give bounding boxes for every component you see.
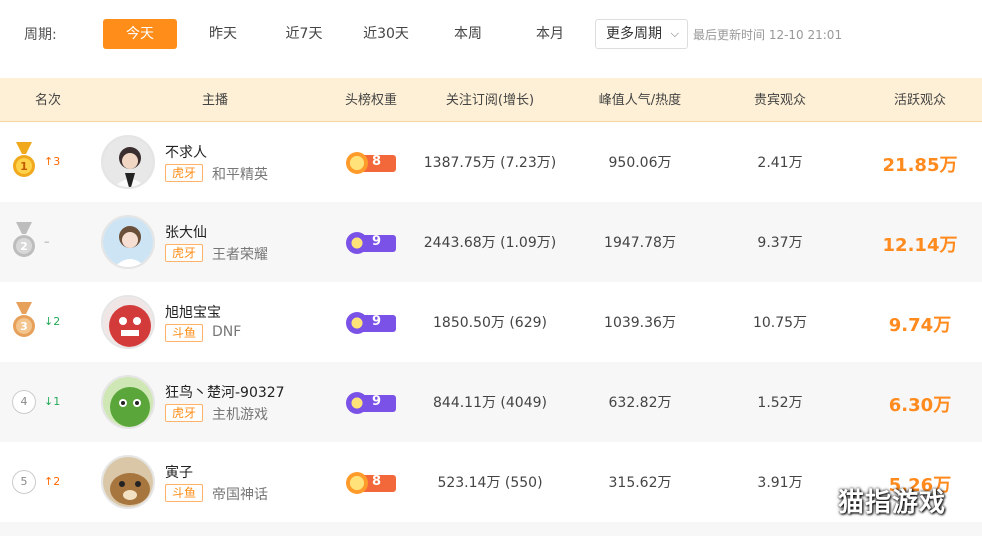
avatar[interactable] bbox=[101, 215, 155, 269]
streamer-name[interactable]: 张大仙 bbox=[165, 222, 207, 242]
active-value: 6.30万 bbox=[888, 395, 952, 416]
active-value: 12.14万 bbox=[882, 235, 958, 256]
header-active: 活跃观众 bbox=[893, 93, 946, 108]
game-category[interactable]: DNF bbox=[212, 324, 241, 340]
sun-icon bbox=[346, 472, 368, 494]
avatar[interactable] bbox=[101, 455, 155, 509]
weight-value: 9 bbox=[372, 394, 382, 409]
follow-value: 2443.68万 (1.09万) bbox=[423, 235, 557, 251]
platform-badge: 虎牙 bbox=[165, 404, 204, 422]
avatar[interactable] bbox=[101, 295, 155, 349]
table-row[interactable] bbox=[0, 522, 982, 536]
platform-badge: 虎牙 bbox=[165, 164, 204, 182]
weight-badge: 8 bbox=[346, 152, 398, 174]
bronze-medal-icon: 3 bbox=[13, 302, 35, 337]
follow-value: 1387.75万 (7.23万) bbox=[423, 155, 557, 171]
weight-badge: 9 bbox=[346, 232, 398, 254]
header-peak: 峰值人气/热度 bbox=[598, 93, 682, 108]
peak-value: 315.62万 bbox=[608, 475, 672, 491]
more-period-label: 更多周期 bbox=[606, 26, 662, 42]
period-label: 周期: bbox=[24, 27, 57, 43]
period-yesterday-button[interactable]: 昨天 bbox=[186, 19, 260, 49]
streamer-name[interactable]: 旭旭宝宝 bbox=[165, 302, 221, 322]
header-follow: 关注订阅(增长) bbox=[445, 93, 535, 108]
header-rank: 名次 bbox=[34, 93, 61, 108]
platform-badge: 斗鱼 bbox=[165, 324, 204, 342]
peak-value: 632.82万 bbox=[608, 395, 672, 411]
header-weight: 头榜权重 bbox=[344, 93, 397, 108]
silver-medal-icon: 2 bbox=[13, 222, 35, 257]
rank-number: 2 bbox=[20, 240, 28, 253]
table-row[interactable]: 3 ↓2 旭旭宝宝 斗鱼 DNF 9 1850.50万 (629) 1039.3… bbox=[0, 282, 982, 362]
game-category[interactable]: 王者荣耀 bbox=[212, 244, 268, 264]
weight-badge: 9 bbox=[346, 392, 398, 414]
crown-icon bbox=[346, 312, 368, 334]
platform-badge: 虎牙 bbox=[165, 244, 204, 262]
vip-value: 2.41万 bbox=[757, 155, 803, 171]
vip-value: 1.52万 bbox=[757, 395, 803, 411]
sun-icon bbox=[346, 152, 368, 174]
vip-value: 10.75万 bbox=[752, 315, 808, 331]
header-streamer: 主播 bbox=[201, 93, 228, 108]
table-header: 名次 主播 头榜权重 关注订阅(增长) 峰值人气/热度 贵宾观众 活跃观众 bbox=[0, 76, 982, 122]
follow-value: 844.11万 (4049) bbox=[433, 395, 547, 411]
weight-value: 8 bbox=[372, 154, 382, 169]
peak-value: 950.06万 bbox=[608, 155, 672, 171]
follow-value: 523.14万 (550) bbox=[437, 475, 543, 491]
trend-up: ↑3 bbox=[44, 155, 61, 168]
vip-value: 3.91万 bbox=[757, 475, 803, 491]
weight-value: 9 bbox=[372, 314, 382, 329]
trend-none: – bbox=[44, 235, 50, 248]
period-this-week-button[interactable]: 本周 bbox=[431, 19, 505, 49]
platform-badge: 斗鱼 bbox=[165, 484, 204, 502]
peak-value: 1947.78万 bbox=[604, 235, 676, 251]
trend-down: ↓1 bbox=[44, 395, 61, 408]
period-30days-button[interactable]: 近30天 bbox=[349, 19, 423, 49]
active-value: 9.74万 bbox=[888, 315, 952, 336]
table-row[interactable]: 2 – 张大仙 虎牙 王者荣耀 9 2443.68万 (1.09万) 1947.… bbox=[0, 202, 982, 282]
streamer-name[interactable]: 不求人 bbox=[165, 142, 207, 162]
chevron-down-icon: ⌵ bbox=[670, 27, 679, 40]
crown-icon bbox=[346, 232, 368, 254]
weight-badge: 8 bbox=[346, 472, 398, 494]
avatar[interactable] bbox=[101, 135, 155, 189]
period-today-button[interactable]: 今天 bbox=[103, 19, 177, 49]
trend-up: ↑2 bbox=[44, 475, 61, 488]
period-this-month-button[interactable]: 本月 bbox=[513, 19, 587, 49]
rank-number: 3 bbox=[20, 320, 28, 333]
more-period-select[interactable]: 更多周期 ⌵ bbox=[595, 19, 688, 49]
weight-value: 9 bbox=[372, 234, 382, 249]
rank-number: 5 bbox=[12, 470, 36, 494]
rank-number: 4 bbox=[12, 390, 36, 414]
header-vip: 贵宾观众 bbox=[753, 93, 806, 108]
watermark: 猫指游戏 bbox=[838, 488, 947, 518]
game-category[interactable]: 和平精英 bbox=[212, 164, 268, 184]
game-category[interactable]: 帝国神话 bbox=[212, 484, 268, 504]
table-row[interactable]: 5 ↑2 寅子 斗鱼 帝国神话 8 523.14万 (550) 315.62万 … bbox=[0, 442, 982, 522]
last-updated-text: 最后更新时间 12-10 21:01 bbox=[693, 28, 843, 42]
table-row[interactable]: 4 ↓1 狂鸟丶楚河-90327 虎牙 主机游戏 9 844.11万 (4049… bbox=[0, 362, 982, 442]
crown-icon bbox=[346, 392, 368, 414]
streamer-name[interactable]: 寅子 bbox=[165, 462, 193, 482]
rank-number: 1 bbox=[20, 160, 28, 173]
weight-badge: 9 bbox=[346, 312, 398, 334]
active-value: 21.85万 bbox=[882, 155, 958, 176]
period-7days-button[interactable]: 近7天 bbox=[267, 19, 341, 49]
gold-medal-icon: 1 bbox=[13, 142, 35, 177]
game-category[interactable]: 主机游戏 bbox=[212, 404, 268, 424]
trend-down: ↓2 bbox=[44, 315, 61, 328]
avatar[interactable] bbox=[101, 375, 155, 429]
weight-value: 8 bbox=[372, 474, 382, 489]
streamer-name[interactable]: 狂鸟丶楚河-90327 bbox=[165, 382, 285, 402]
peak-value: 1039.36万 bbox=[604, 315, 676, 331]
follow-value: 1850.50万 (629) bbox=[433, 315, 547, 331]
table-row[interactable]: 1 ↑3 不求人 虎牙 和平精英 8 1387.75万 (7.23万) 950.… bbox=[0, 122, 982, 202]
period-bar: 周期: 今天 昨天 近7天 近30天 本周 本月 更多周期 ⌵ 最后更新时间 1… bbox=[0, 0, 982, 76]
vip-value: 9.37万 bbox=[757, 235, 803, 251]
